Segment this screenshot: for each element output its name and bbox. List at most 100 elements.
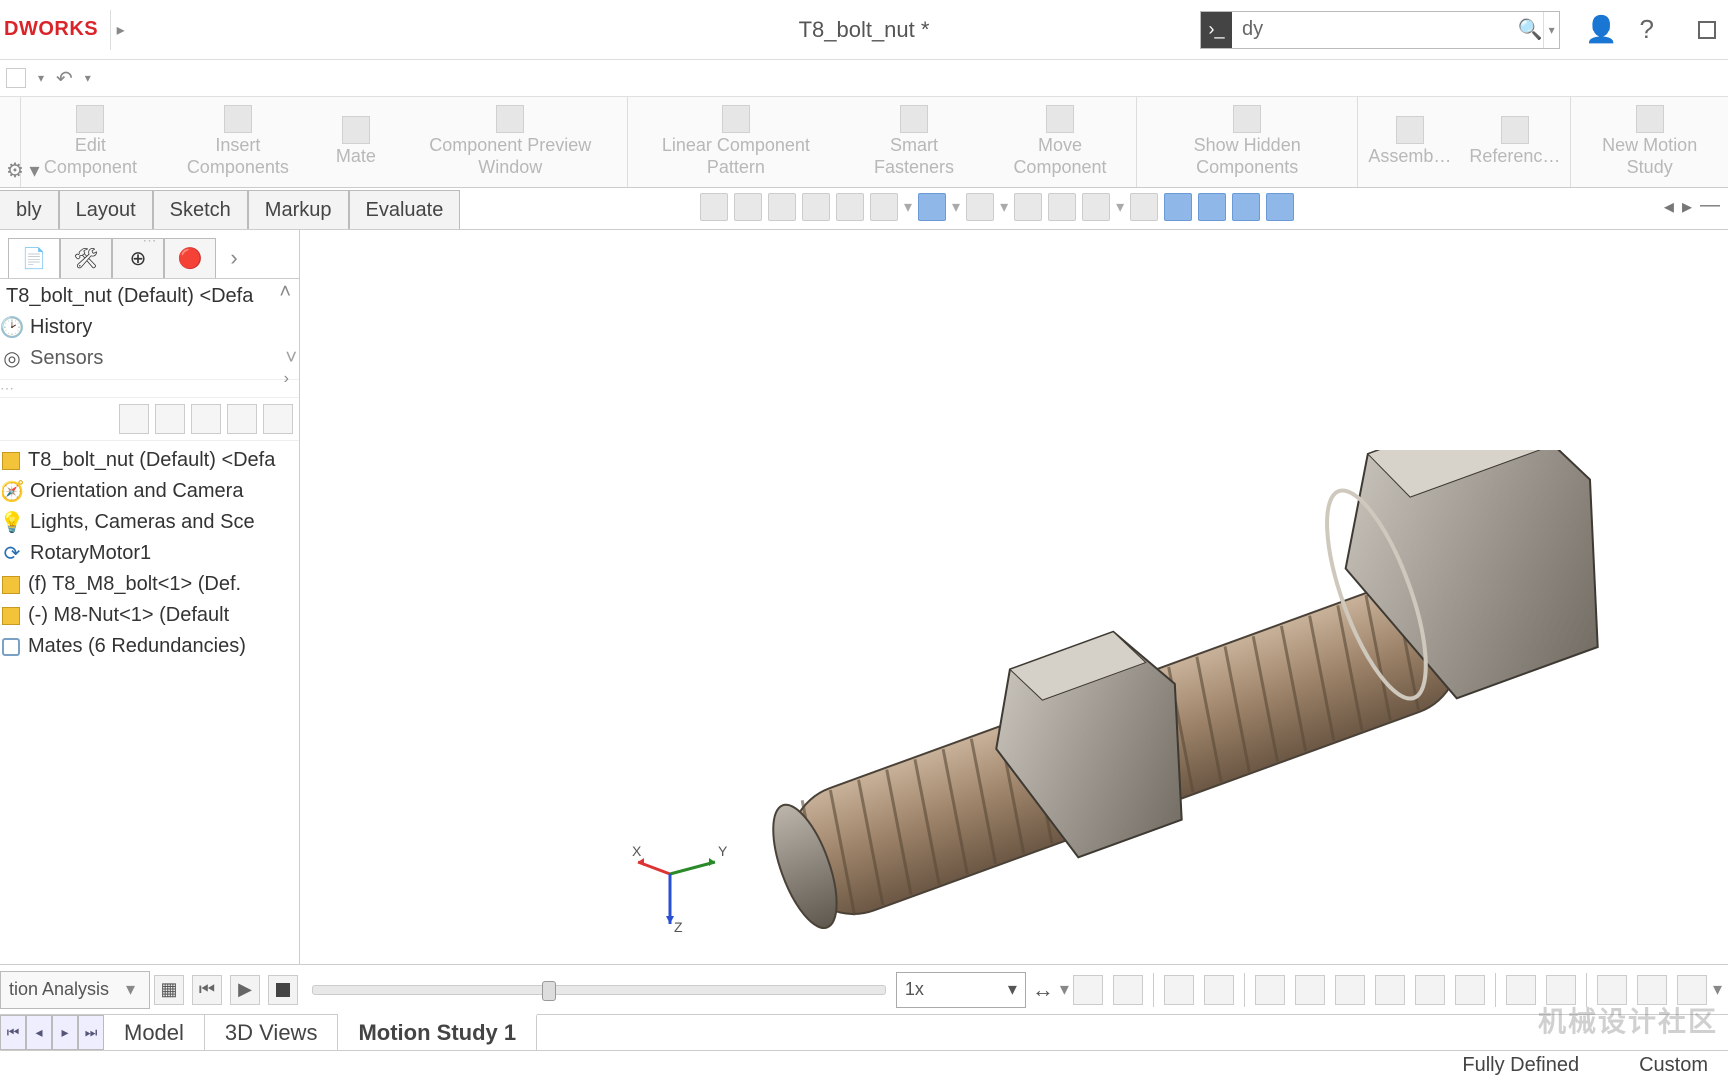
tab-first-icon[interactable]: ⏮ [0, 1015, 26, 1050]
property-manager-tab[interactable]: 🛠 [60, 238, 112, 278]
stop-button[interactable] [268, 975, 298, 1005]
linear-pattern-button[interactable]: Linear Component Pattern [638, 105, 834, 178]
search-prefix-icon: ›_ [1201, 12, 1232, 48]
playback-speed-select[interactable]: 1x▾ [896, 972, 1026, 1008]
tab-next-icon[interactable]: ▸ [52, 1015, 78, 1050]
search-icon[interactable]: 🔍 [1517, 17, 1543, 42]
timeline-slider[interactable] [312, 985, 886, 995]
help-icon[interactable]: ? [1640, 14, 1654, 45]
tab-last-icon[interactable]: ⏭ [78, 1015, 104, 1050]
app-menu-caret[interactable]: ▸ [110, 10, 130, 50]
zoom-area-icon[interactable] [734, 193, 762, 221]
damper-tool-icon[interactable] [1455, 975, 1485, 1005]
qat-new-icon[interactable] [6, 68, 26, 88]
view-orientation-icon[interactable] [870, 193, 898, 221]
zoom-fit-icon[interactable] [700, 193, 728, 221]
feature-manager-tab[interactable]: 📄 [8, 238, 60, 278]
tab-evaluate[interactable]: Evaluate [349, 190, 461, 229]
dynamic-zoom-icon[interactable] [836, 193, 864, 221]
search-input[interactable] [1232, 18, 1517, 41]
view-top-icon[interactable] [1232, 193, 1260, 221]
calculate-button[interactable]: ▦ [154, 975, 184, 1005]
status-units[interactable]: Custom [1639, 1054, 1708, 1077]
more-tabs-arrow[interactable]: › [216, 238, 252, 278]
edit-appearance-icon[interactable] [1014, 193, 1042, 221]
addkey-icon[interactable] [1204, 975, 1234, 1005]
loop-mode-icon[interactable]: ↔ [1032, 977, 1054, 1003]
force-tool-icon[interactable] [1375, 975, 1405, 1005]
panel-grip2-icon[interactable]: ⋯ [0, 380, 299, 397]
user-icon[interactable]: 👤 [1585, 14, 1617, 45]
tab-assembly[interactable]: bly [0, 190, 59, 229]
motion-study-toolbar: tion Analysis▾ ▦ ⏮ ▶ 1x▾ ↔▾ ▾ [0, 964, 1728, 1014]
spring-tool-icon[interactable] [1295, 975, 1325, 1005]
search-dropdown-caret[interactable]: ▾ [1543, 12, 1559, 48]
new-motion-study-button[interactable]: New Motion Study [1581, 105, 1718, 178]
gravity-tool-icon[interactable] [1415, 975, 1445, 1005]
previous-view-icon[interactable] [768, 193, 796, 221]
min-viewport-icon[interactable]: — [1700, 194, 1720, 219]
tree-history[interactable]: 🕑 History [0, 312, 299, 343]
tab-markup[interactable]: Markup [248, 190, 349, 229]
show-hidden-button[interactable]: Show Hidden Components [1147, 105, 1347, 178]
tree-orientation[interactable]: 🧭 Orientation and Camera [2, 476, 297, 507]
maximize-button[interactable] [1698, 21, 1716, 39]
move-component-button[interactable]: Move Component [994, 105, 1126, 178]
view-front-icon[interactable] [1164, 193, 1192, 221]
tab-3d-views[interactable]: 3D Views [205, 1015, 339, 1050]
triad-toggle-icon[interactable] [1130, 193, 1158, 221]
view-right-icon[interactable] [1198, 193, 1226, 221]
tab-motion-study-1[interactable]: Motion Study 1 [338, 1014, 537, 1050]
mate-button[interactable]: Mate [326, 116, 386, 168]
tree-rotary-motor[interactable]: ⟳ RotaryMotor1 [2, 538, 297, 569]
hide-show-icon[interactable] [966, 193, 994, 221]
motion-tree-root[interactable]: T8_bolt_nut (Default) <Defa [2, 445, 297, 476]
play-from-start-button[interactable]: ⏮ [192, 975, 222, 1005]
timeline-handle[interactable] [542, 981, 556, 1001]
options-gear-icon[interactable]: ⚙ ▾ [6, 158, 40, 183]
tree-mates[interactable]: Mates (6 Redundancies) [2, 631, 297, 662]
tab-sketch[interactable]: Sketch [153, 190, 248, 229]
play-button[interactable]: ▶ [230, 975, 260, 1005]
filter-icon[interactable] [119, 404, 149, 434]
tab-model[interactable]: Model [104, 1015, 205, 1050]
assembly-features-button[interactable]: Assemb… [1368, 116, 1451, 168]
edit-component-button[interactable]: Edit Component [31, 105, 150, 178]
motor-tool-icon[interactable] [1255, 975, 1285, 1005]
apply-scene-icon[interactable] [1048, 193, 1076, 221]
graphics-viewport[interactable]: X Y Z [300, 230, 1728, 964]
component-preview-button[interactable]: Component Preview Window [404, 105, 617, 178]
tab-layout[interactable]: Layout [59, 190, 153, 229]
smart-fasteners-button[interactable]: Smart Fasteners [852, 105, 976, 178]
orientation-triad[interactable]: X Y Z [630, 844, 730, 934]
tree-lights[interactable]: 💡 Lights, Cameras and Sce [2, 507, 297, 538]
results-plot-icon[interactable] [1506, 975, 1536, 1005]
autokey-icon[interactable] [1164, 975, 1194, 1005]
qat-undo-icon[interactable]: ↶ [56, 66, 73, 91]
analysis-type-select[interactable]: tion Analysis▾ [0, 971, 150, 1009]
view-iso-icon[interactable] [1266, 193, 1294, 221]
save-animation-icon[interactable] [1073, 975, 1103, 1005]
appearances-tab[interactable]: 🔴 [164, 238, 216, 278]
animation-wizard-icon[interactable] [1113, 975, 1143, 1005]
mates-icon [2, 638, 20, 656]
tab-prev-icon[interactable]: ◂ [26, 1015, 52, 1050]
expand-icon[interactable] [263, 404, 293, 434]
tree-root-row[interactable]: T8_bolt_nut (Default) <Defa ˄ [0, 279, 299, 312]
section-view-icon[interactable] [802, 193, 830, 221]
view-settings-icon[interactable] [1082, 193, 1110, 221]
panel-grip-icon[interactable]: ⋯ [143, 232, 157, 249]
next-view-arrow[interactable]: ▸ [1682, 194, 1692, 219]
reference-geometry-button[interactable]: Referenc… [1469, 116, 1560, 168]
view-mates-icon[interactable] [191, 404, 221, 434]
display-pane-icon[interactable] [155, 404, 185, 434]
tree-nut-part[interactable]: (-) M8-Nut<1> (Default [2, 600, 297, 631]
filter2-icon[interactable] [227, 404, 257, 434]
command-search[interactable]: ›_ 🔍 ▾ [1200, 11, 1560, 49]
display-style-icon[interactable] [918, 193, 946, 221]
tree-bolt-part[interactable]: (f) T8_M8_bolt<1> (Def. [2, 569, 297, 600]
prev-view-arrow[interactable]: ◂ [1664, 194, 1674, 219]
tree-sensors[interactable]: ◎ Sensors ˅ [0, 343, 299, 374]
insert-components-button[interactable]: Insert Components [168, 105, 308, 178]
contact-tool-icon[interactable] [1335, 975, 1365, 1005]
